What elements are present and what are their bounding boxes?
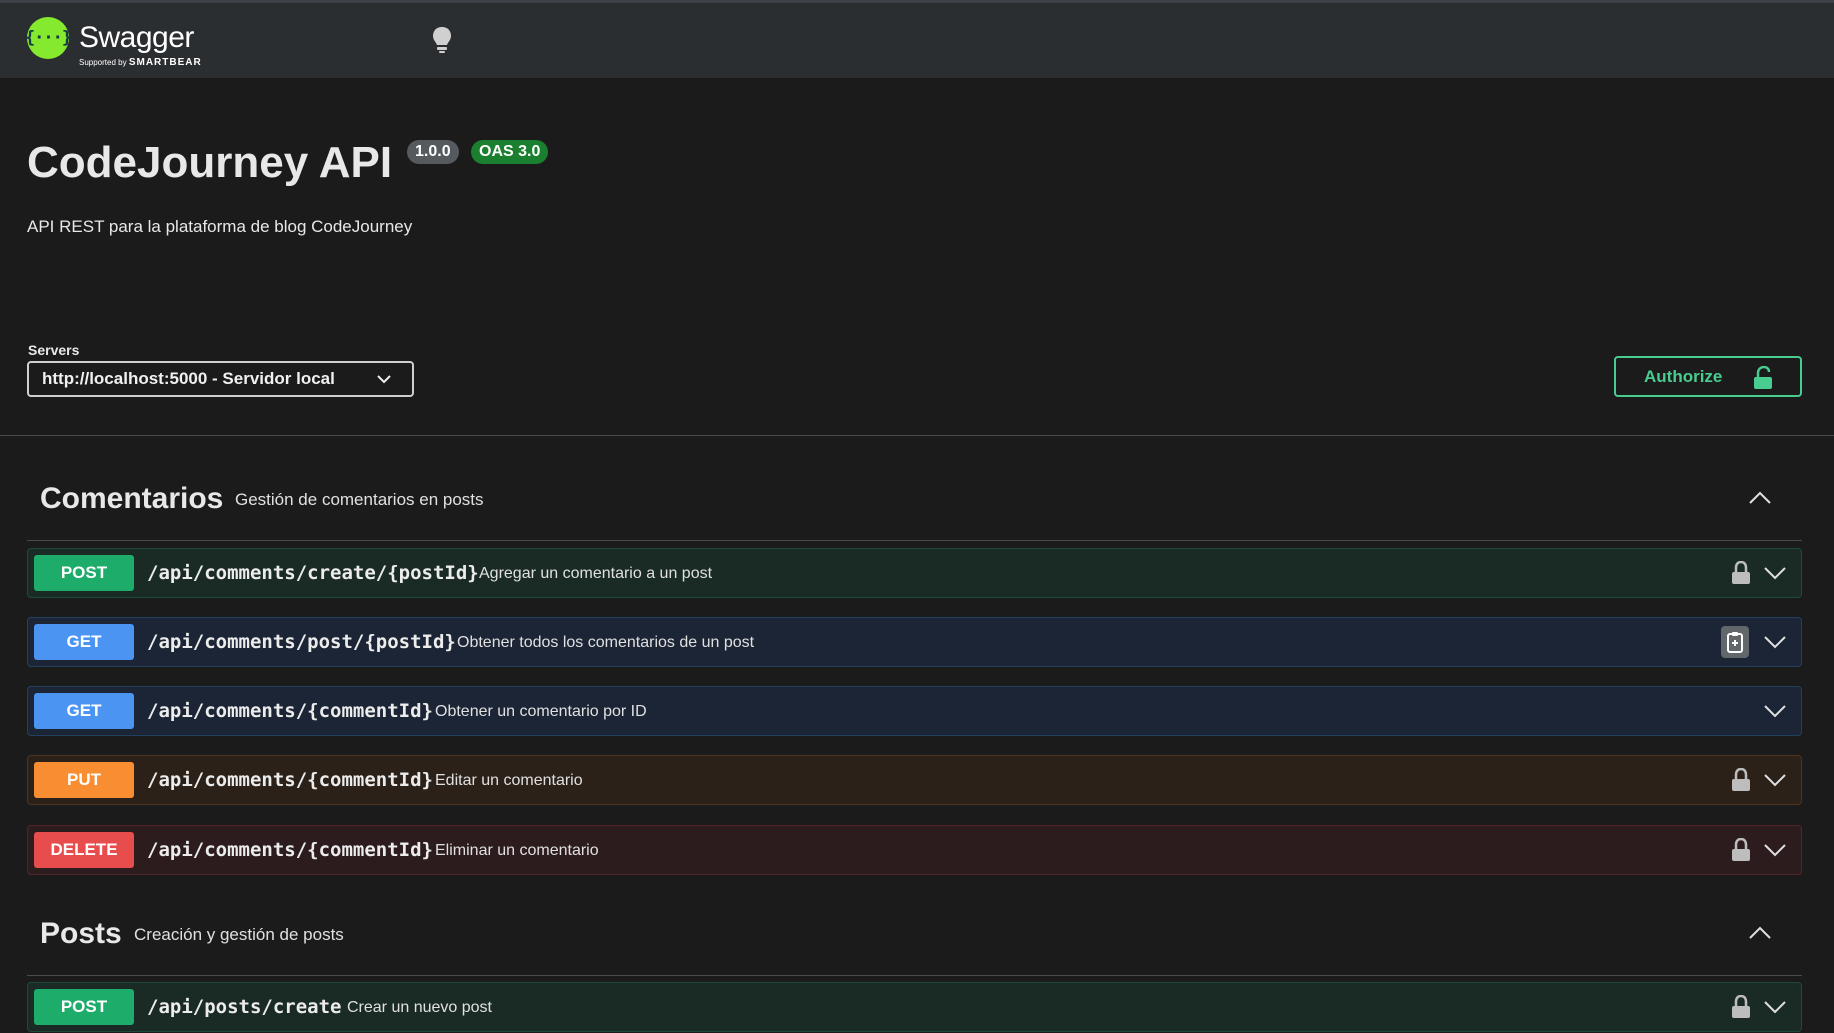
swagger-logo-icon[interactable]: {···} [24,17,72,59]
operation-summary: Editar un comentario [435,772,583,789]
api-title: CodeJourney API [27,138,393,187]
chevron-down-icon[interactable] [1763,772,1787,788]
brand-sub-prefix: Supported by [79,58,127,67]
section-description: Gestión de comentarios en posts [235,490,484,509]
method-badge: POST [34,989,134,1025]
unlock-icon [1754,366,1772,389]
section-description: Creación y gestión de posts [134,925,344,944]
oas-badge: OAS 3.0 [471,140,549,164]
authorize-button[interactable]: Authorize [1614,356,1802,397]
operation-path: /api/comments/{commentId} [147,839,433,861]
operation-path: /api/comments/create/{postId} [147,562,479,584]
operation-get-comments-post[interactable]: GET /api/comments/post/{postId} Obtener … [27,617,1802,667]
brand-sub-company: SMARTBEAR [128,57,202,68]
section-title: Comentarios [40,482,224,515]
version-badge: 1.0.0 [407,140,459,164]
operation-summary: Obtener todos los comentarios de un post [457,634,755,651]
operation-summary: Agregar un comentario a un post [479,565,713,582]
chevron-down-icon [377,375,391,384]
chevron-up-icon[interactable] [1748,925,1772,941]
authorize-label: Authorize [1644,366,1723,386]
method-badge: PUT [34,762,134,798]
operation-path: /api/comments/{commentId} [147,769,433,791]
operation-path: /api/posts/create [147,996,342,1018]
copy-icon[interactable] [1721,626,1749,658]
brand-sub: Supported by SMARTBEAR [79,57,202,68]
chevron-down-icon[interactable] [1763,842,1787,858]
brand-name[interactable]: Swagger [79,21,194,55]
lock-icon[interactable] [1731,561,1751,585]
lock-icon[interactable] [1731,768,1751,792]
servers-select[interactable]: http://localhost:5000 - Servidor local [27,361,414,397]
servers-label: Servers [28,342,80,358]
operation-post-posts-create[interactable]: POST /api/posts/create Crear un nuevo po… [27,982,1802,1032]
operation-path: /api/comments/{commentId} [147,700,433,722]
chevron-down-icon[interactable] [1763,634,1787,650]
api-description: API REST para la plataforma de blog Code… [27,217,413,236]
section-title: Posts [40,917,122,950]
operation-summary: Obtener un comentario por ID [435,703,647,720]
operation-get-comment-by-id[interactable]: GET /api/comments/{commentId} Obtener un… [27,686,1802,736]
section-posts[interactable]: Posts Creación y gestión de posts [27,870,1802,976]
topbar: {···} Swagger Supported by SMARTBEAR [0,0,1834,78]
method-badge: GET [34,693,134,729]
logo-glyph: {···} [24,28,72,48]
servers-selected-value: http://localhost:5000 - Servidor local [42,369,335,388]
operation-path: /api/comments/post/{postId} [147,631,456,653]
operation-summary: Crear un nuevo post [347,999,492,1016]
operation-put-comment[interactable]: PUT /api/comments/{commentId} Editar un … [27,755,1802,805]
method-badge: POST [34,555,134,591]
method-badge: DELETE [34,832,134,868]
chevron-down-icon[interactable] [1763,703,1787,719]
method-badge: GET [34,624,134,660]
operation-delete-comment[interactable]: DELETE /api/comments/{commentId} Elimina… [27,825,1802,875]
chevron-down-icon[interactable] [1763,999,1787,1015]
operation-summary: Eliminar un comentario [435,842,599,859]
lightbulb-icon[interactable] [432,26,452,54]
clipboard-icon [1727,632,1743,653]
section-comentarios[interactable]: Comentarios Gestión de comentarios en po… [27,435,1802,541]
chevron-up-icon[interactable] [1748,490,1772,506]
operation-post-comments-create[interactable]: POST /api/comments/create/{postId} Agreg… [27,548,1802,598]
lock-icon[interactable] [1731,838,1751,862]
chevron-down-icon[interactable] [1763,565,1787,581]
lock-icon[interactable] [1731,995,1751,1019]
